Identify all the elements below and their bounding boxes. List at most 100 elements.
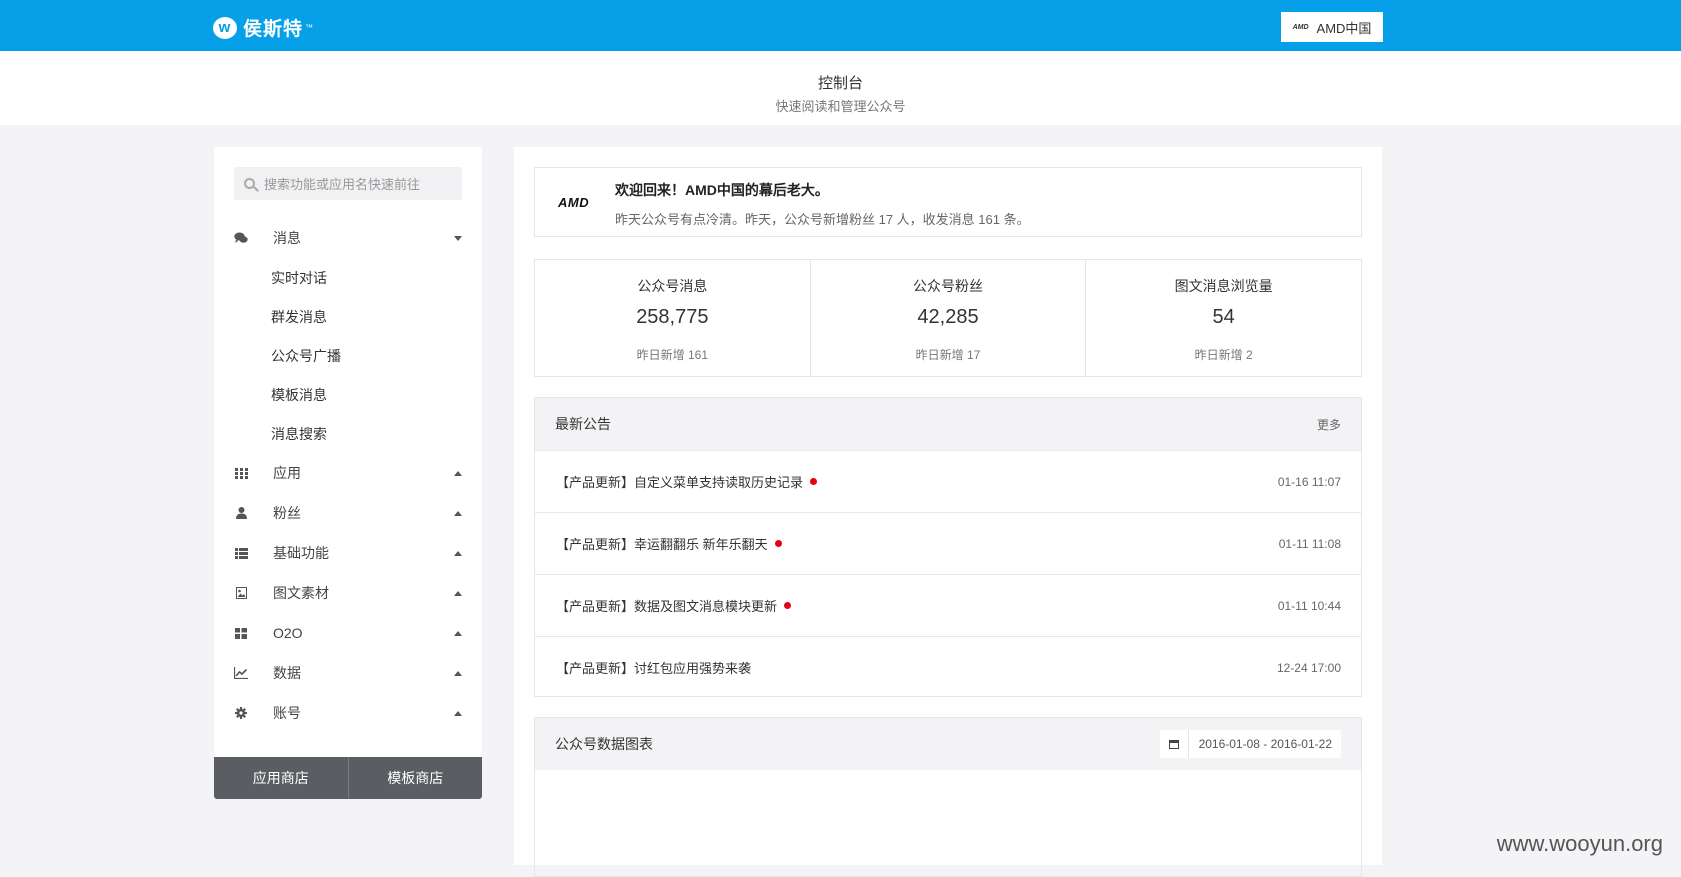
notice-title[interactable]: 【产品更新】幸运翻翻乐 新年乐翻天 <box>556 534 768 553</box>
stat-article-views[interactable]: 图文消息浏览量 54 昨日新增 2 <box>1085 260 1361 376</box>
stat-label: 图文消息浏览量 <box>1174 278 1273 294</box>
chart-panel: 公众号数据图表 2016-01-08 - 2016-01-22 <box>534 717 1362 877</box>
notice-title-wrap: 【产品更新】幸运翻翻乐 新年乐翻天 <box>556 534 782 553</box>
stat-sub: 昨日新增 17 <box>915 348 981 362</box>
sidebar-item-label: 基础功能 <box>273 545 329 561</box>
sidebar-item-label: 数据 <box>273 665 301 681</box>
chevron-up-icon <box>454 670 462 676</box>
notice-panel-header: 最新公告 更多 <box>535 398 1361 450</box>
chat-icon <box>234 232 248 244</box>
search-icon <box>244 178 255 189</box>
calendar-button[interactable] <box>1160 730 1189 758</box>
stat-messages[interactable]: 公众号消息 258,775 昨日新增 161 <box>535 260 810 376</box>
sidebar-item-o2o[interactable]: O2O <box>214 613 482 653</box>
stat-sub: 昨日新增 2 <box>1194 348 1253 362</box>
unread-dot-icon <box>810 478 818 485</box>
welcome-title: 欢迎回来！AMD中国的幕后老大。 <box>615 182 829 198</box>
notice-date: 01-16 11:07 <box>1277 474 1341 489</box>
notice-title-wrap: 【产品更新】自定义菜单支持读取历史记录 <box>556 472 818 491</box>
notice-panel: 最新公告 更多 【产品更新】自定义菜单支持读取历史记录 01-16 11:07 … <box>534 397 1362 697</box>
notice-row[interactable]: 【产品更新】数据及图文消息模块更新 01-11 10:44 <box>535 574 1361 636</box>
gear-icon <box>234 707 248 719</box>
sidebar-item-basic-functions[interactable]: 基础功能 <box>214 533 482 573</box>
sidebar-item-fans[interactable]: 粉丝 <box>214 493 482 533</box>
main-content: AMD 欢迎回来！AMD中国的幕后老大。 昨天公众号有点冷清。昨天，公众号新增粉… <box>514 147 1382 877</box>
sidebar-subitem-template-message[interactable]: 模板消息 <box>214 375 482 414</box>
list-icon <box>234 547 248 559</box>
sidebar-subitem-mass-message[interactable]: 群发消息 <box>214 297 482 336</box>
account-logo: AMD <box>1292 23 1309 31</box>
account-name: AMD中国 <box>1316 20 1372 36</box>
notice-title-wrap: 【产品更新】讨红包应用强势来袭 <box>556 658 751 677</box>
store-bar: 应用商店 模板商店 <box>214 757 482 799</box>
search-input[interactable]: 搜索功能或应用名快速前往 <box>234 167 462 200</box>
stat-value: 54 <box>1212 306 1235 328</box>
stat-sub: 昨日新增 161 <box>636 348 709 362</box>
logo-text: 侯斯特 <box>243 19 304 40</box>
stat-value: 42,285 <box>917 306 979 328</box>
sidebar-item-label: 应用 <box>273 465 301 481</box>
sidebar-item-label: 图文素材 <box>273 585 329 601</box>
date-range-text: 2016-01-08 - 2016-01-22 <box>1198 737 1332 751</box>
sidebar-item-label: 账号 <box>273 705 301 721</box>
notice-title[interactable]: 【产品更新】数据及图文消息模块更新 <box>556 596 777 615</box>
more-link[interactable]: 更多 <box>1317 416 1341 433</box>
notice-panel-title: 最新公告 <box>555 416 611 432</box>
logo-mark-icon: w <box>213 16 237 39</box>
chart-panel-title: 公众号数据图表 <box>555 736 653 752</box>
sidebar-menu: 消息 实时对话 群发消息 公众号广播 模板消息 消息搜索 应用 粉丝 基础功能 <box>214 218 482 733</box>
sidebar-item-apps[interactable]: 应用 <box>214 453 482 493</box>
watermark: www.wooyun.org <box>1496 831 1663 856</box>
notice-title[interactable]: 【产品更新】讨红包应用强势来袭 <box>556 658 751 677</box>
sidebar-subitem-broadcast[interactable]: 公众号广播 <box>214 336 482 375</box>
sidebar-item-account[interactable]: 账号 <box>214 693 482 733</box>
welcome-card: AMD 欢迎回来！AMD中国的幕后老大。 昨天公众号有点冷清。昨天，公众号新增粉… <box>534 167 1362 237</box>
notice-title[interactable]: 【产品更新】自定义菜单支持读取历史记录 <box>556 472 803 491</box>
chevron-up-icon <box>454 590 462 596</box>
chevron-up-icon <box>454 630 462 636</box>
chart-panel-header: 公众号数据图表 2016-01-08 - 2016-01-22 <box>535 718 1361 770</box>
sidebar-item-data[interactable]: 数据 <box>214 653 482 693</box>
sidebar-item-label: 粉丝 <box>273 505 301 521</box>
welcome-text: 昨天公众号有点冷清。昨天，公众号新增粉丝 17 人，收发消息 161 条。 <box>615 212 1030 227</box>
sidebar-item-label: 消息 <box>273 230 301 246</box>
search-placeholder: 搜索功能或应用名快速前往 <box>264 177 421 192</box>
stat-value: 258,775 <box>636 306 709 328</box>
logo[interactable]: w 侯斯特 ™ <box>213 14 314 41</box>
chevron-up-icon <box>454 470 462 476</box>
notice-row[interactable]: 【产品更新】幸运翻翻乐 新年乐翻天 01-11 11:08 <box>535 512 1361 574</box>
amd-logo: AMD <box>558 195 590 210</box>
notice-date: 01-11 10:44 <box>1277 598 1341 613</box>
chevron-up-icon <box>454 550 462 556</box>
notice-date: 01-11 11:08 <box>1278 536 1341 551</box>
date-range-picker[interactable]: 2016-01-08 - 2016-01-22 <box>1159 730 1341 758</box>
notice-row[interactable]: 【产品更新】自定义菜单支持读取历史记录 01-16 11:07 <box>535 450 1361 512</box>
notice-date: 12-24 17:00 <box>1276 660 1341 675</box>
stat-label: 公众号消息 <box>637 278 708 294</box>
page-title: 控制台 <box>817 75 863 92</box>
unread-dot-icon <box>784 602 792 609</box>
notice-title-wrap: 【产品更新】数据及图文消息模块更新 <box>556 596 792 615</box>
blocks-icon <box>234 627 248 639</box>
account-switcher-button[interactable]: AMD AMD中国 <box>1281 12 1383 42</box>
sidebar-item-messages[interactable]: 消息 <box>214 218 482 258</box>
app-store-button[interactable]: 应用商店 <box>214 757 349 799</box>
notice-row[interactable]: 【产品更新】讨红包应用强势来袭 12-24 17:00 <box>535 636 1361 698</box>
stat-label: 公众号粉丝 <box>913 278 983 294</box>
sidebar-item-media[interactable]: 图文素材 <box>214 573 482 613</box>
chevron-down-icon <box>454 235 462 241</box>
template-store-button[interactable]: 模板商店 <box>349 757 483 799</box>
image-icon <box>234 587 248 599</box>
top-bar: w 侯斯特 ™ AMD AMD中国 <box>0 0 1681 51</box>
trademark: ™ <box>305 23 315 32</box>
sidebar-subitem-message-search[interactable]: 消息搜索 <box>214 414 482 453</box>
stat-fans[interactable]: 公众号粉丝 42,285 昨日新增 17 <box>809 260 1086 376</box>
chevron-up-icon <box>454 710 462 716</box>
calendar-icon <box>1168 739 1179 749</box>
sidebar-subitem-live-chat[interactable]: 实时对话 <box>214 258 482 297</box>
stats-row: 公众号消息 258,775 昨日新增 161 公众号粉丝 42,285 昨日新增… <box>534 259 1362 377</box>
user-icon <box>234 507 248 519</box>
unread-dot-icon <box>774 540 782 547</box>
sidebar: 搜索功能或应用名快速前往 消息 实时对话 群发消息 公众号广播 模板消息 消息搜… <box>214 147 482 799</box>
page-subtitle: 快速阅读和管理公众号 <box>775 99 906 114</box>
